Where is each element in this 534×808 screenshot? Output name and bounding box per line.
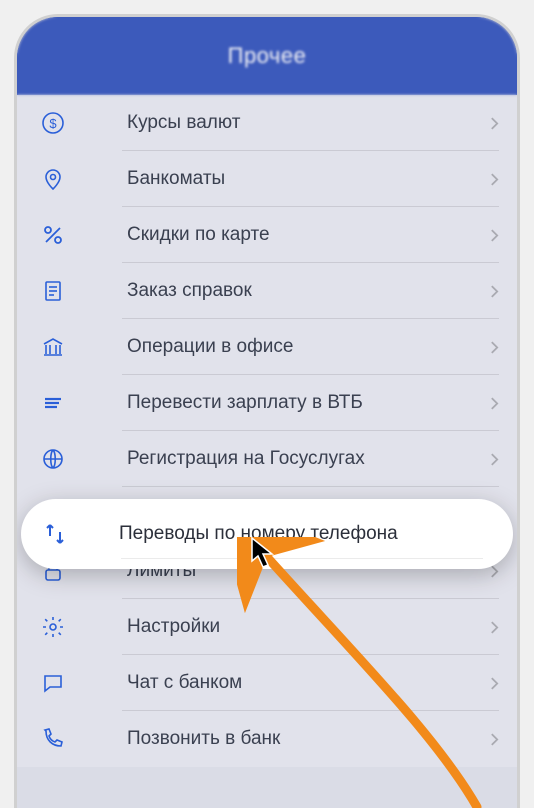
menu-item-gosuslugi[interactable]: Регистрация на Госуслугах [17,431,517,487]
menu-label: Банкоматы [127,168,489,190]
chat-icon [39,669,67,697]
gear-icon [39,613,67,641]
menu-label: Чат с банком [127,672,489,694]
menu-label: Настройки [127,616,489,638]
svg-text:$: $ [49,116,57,131]
menu-label: Курсы валют [127,112,489,134]
menu-item-chat[interactable]: Чат с банком [17,655,517,711]
percent-icon [39,221,67,249]
menu-list: $ Курсы валют Банкоматы Скидк [17,95,517,767]
menu-label: Скидки по карте [127,224,489,246]
menu-label: Перевести зарплату в ВТБ [127,392,489,414]
menu-label: Операции в офисе [127,336,489,358]
menu-item-rates[interactable]: $ Курсы валют [17,95,517,151]
chevron-right-icon [489,395,499,411]
menu-item-salary[interactable]: Перевести зарплату в ВТБ [17,375,517,431]
gosuslugi-icon [39,445,67,473]
menu-label: Регистрация на Госуслугах [127,448,489,470]
menu-item-settings[interactable]: Настройки [17,599,517,655]
chevron-right-icon [489,675,499,691]
chevron-right-icon [489,115,499,131]
chevron-right-icon [489,451,499,467]
menu-item-discounts[interactable]: Скидки по карте [17,207,517,263]
menu-item-call[interactable]: Позвонить в банк [17,711,517,767]
chevron-right-icon [489,171,499,187]
menu-label: Позвонить в банк [127,728,489,750]
menu-item-office[interactable]: Операции в офисе [17,319,517,375]
chevron-right-icon [489,227,499,243]
chevron-right-icon [489,339,499,355]
screen: Прочее $ Курсы валют Банкоматы [17,17,517,808]
menu-item-certs[interactable]: Заказ справок [17,263,517,319]
transfer-icon [39,389,67,417]
bank-icon [39,333,67,361]
divider [121,558,483,559]
menu-label: Заказ справок [127,280,489,302]
phone-frame: Прочее $ Курсы валют Банкоматы [14,14,520,808]
phone-icon [39,725,67,753]
divider [122,486,499,487]
menu-item-phone-transfer-highlighted[interactable]: Переводы по номеру телефона [21,499,513,569]
location-pin-icon [39,165,67,193]
menu-item-atms[interactable]: Банкоматы [17,151,517,207]
chevron-right-icon [489,731,499,747]
menu-label: Переводы по номеру телефона [119,523,491,545]
document-icon [39,277,67,305]
currency-icon: $ [39,109,67,137]
arrows-exchange-icon [41,520,69,548]
chevron-right-icon [489,619,499,635]
chevron-right-icon [489,283,499,299]
